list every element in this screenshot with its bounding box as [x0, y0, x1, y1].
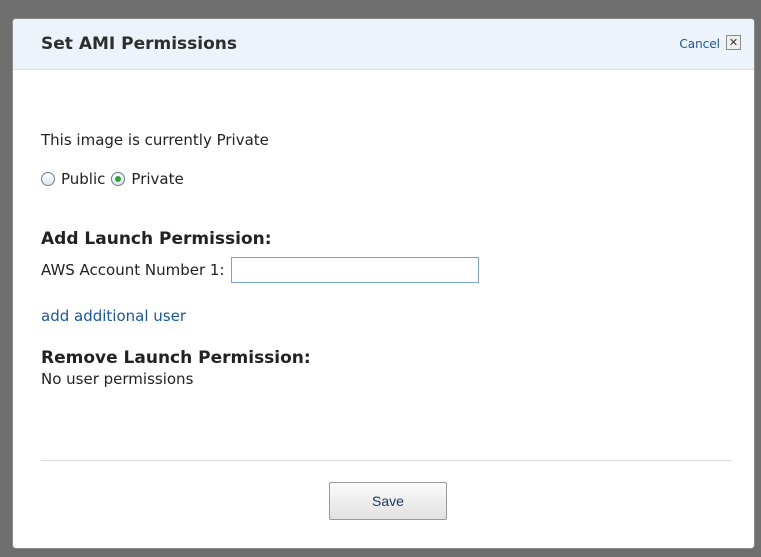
- cancel-link[interactable]: Cancel: [679, 37, 720, 51]
- close-icon[interactable]: ✕: [726, 35, 741, 50]
- dialog-header: Set AMI Permissions Cancel ✕: [13, 19, 754, 70]
- public-radio[interactable]: [41, 172, 55, 186]
- add-additional-user-link[interactable]: add additional user: [41, 307, 186, 325]
- public-radio-label[interactable]: Public: [61, 170, 105, 188]
- account-number-label: AWS Account Number 1:: [41, 261, 225, 279]
- account-number-input[interactable]: [230, 257, 479, 283]
- image-status-text: This image is currently Private: [41, 131, 269, 149]
- no-user-permissions-text: No user permissions: [41, 370, 194, 388]
- private-radio[interactable]: [111, 172, 126, 186]
- account-number-row: AWS Account Number 1:: [41, 257, 479, 283]
- dialog-title: Set AMI Permissions: [41, 34, 238, 54]
- visibility-radio-group: Public Private: [41, 170, 190, 188]
- remove-launch-permission-heading: Remove Launch Permission:: [41, 348, 311, 368]
- add-launch-permission-heading: Add Launch Permission:: [41, 229, 272, 249]
- set-ami-permissions-dialog: Set AMI Permissions Cancel ✕ This image …: [12, 18, 755, 549]
- save-button[interactable]: Save: [329, 482, 447, 520]
- footer-divider: [41, 460, 732, 461]
- private-radio-label[interactable]: Private: [131, 170, 183, 188]
